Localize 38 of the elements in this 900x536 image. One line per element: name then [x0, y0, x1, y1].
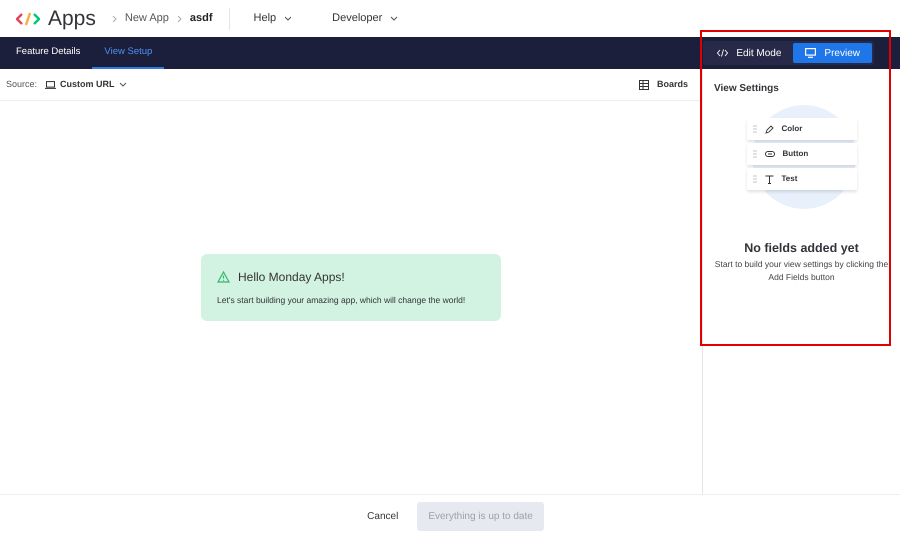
drag-handle-icon — [752, 125, 756, 133]
warning-icon — [217, 271, 230, 284]
drag-handle-icon — [752, 150, 756, 158]
source-dropdown[interactable]: Custom URL — [45, 78, 127, 92]
chevron-right-icon — [112, 14, 117, 22]
breadcrumb[interactable]: asdf — [190, 10, 213, 27]
source-label: Source: — [6, 78, 38, 91]
boards-button[interactable]: Boards — [638, 78, 688, 92]
laptop-icon — [45, 80, 56, 88]
chevron-down-icon — [118, 82, 127, 87]
alert-text: Let's start building your amazing app, which will change the world! — [217, 294, 466, 307]
app-name: Apps — [48, 6, 96, 32]
tab[interactable]: Feature Details — [4, 37, 92, 69]
mode-button[interactable]: Edit Mode — [705, 43, 794, 63]
tab[interactable]: View Setup — [92, 37, 164, 69]
footer-button[interactable]: Cancel — [356, 502, 410, 530]
pen-icon — [764, 124, 774, 134]
alert-title: Hello Monday Apps! — [238, 269, 345, 286]
field-label: Test — [782, 173, 798, 185]
pill-icon — [764, 151, 774, 157]
menu-button[interactable]: Developer — [332, 10, 398, 27]
chevron-down-icon — [284, 16, 292, 21]
chevron-down-icon — [390, 16, 398, 21]
monitor-icon — [805, 48, 816, 58]
text-icon — [764, 174, 774, 184]
mode-button[interactable]: Preview — [793, 43, 872, 63]
empty-title: No fields added yet — [743, 240, 860, 257]
drag-handle-icon — [752, 175, 756, 183]
code-icon — [717, 49, 728, 57]
field-label: Color — [782, 123, 802, 135]
field-label: Button — [782, 148, 808, 160]
empty-text: Start to build your view settings by clicking the Add Fields button — [714, 258, 889, 284]
code-logo-icon — [16, 12, 40, 26]
menu-button[interactable]: Help — [254, 10, 292, 27]
panel-title: View Settings — [714, 82, 780, 96]
chevron-right-icon — [176, 14, 182, 22]
breadcrumb[interactable]: New App — [124, 10, 169, 27]
table-icon — [638, 80, 649, 90]
